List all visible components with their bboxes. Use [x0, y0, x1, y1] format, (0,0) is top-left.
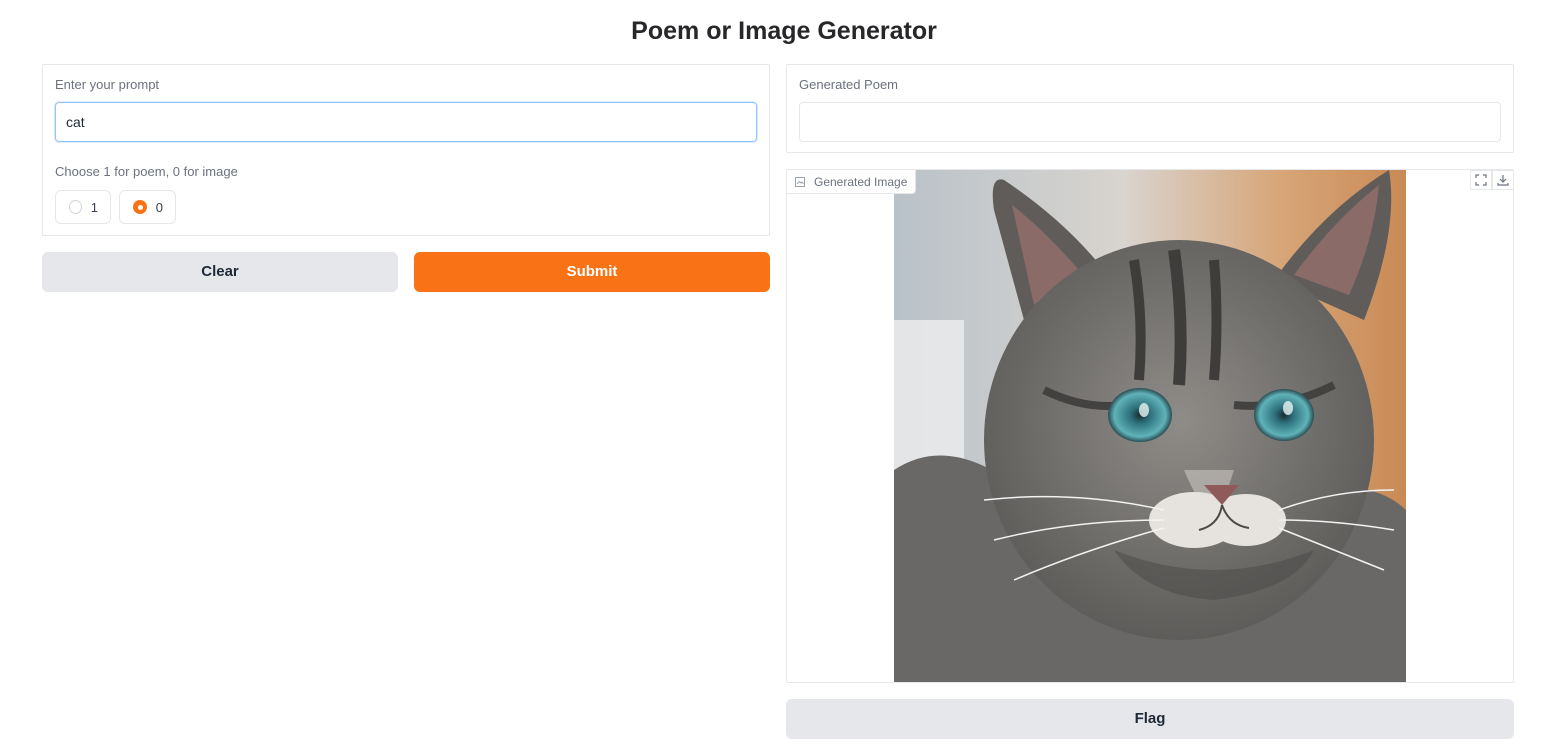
radio-unselected-icon	[69, 200, 82, 214]
radio-selected-icon	[133, 200, 147, 214]
clear-button[interactable]: Clear	[42, 252, 398, 292]
download-button[interactable]	[1492, 170, 1514, 190]
radio-option-1[interactable]: 1	[55, 190, 111, 224]
fullscreen-button[interactable]	[1470, 170, 1492, 190]
generated-image	[894, 170, 1406, 682]
image-icon	[795, 176, 805, 187]
image-label-chip: Generated Image	[787, 170, 917, 194]
download-icon	[1497, 175, 1509, 186]
radio-option-0[interactable]: 0	[119, 190, 176, 224]
flag-button[interactable]: Flag	[786, 699, 1514, 739]
fullscreen-icon	[1475, 174, 1487, 186]
prompt-input[interactable]: cat	[55, 102, 757, 142]
page-title: Poem or Image Generator	[631, 17, 937, 45]
radio-option-label: 1	[90, 199, 98, 215]
image-label: Generated Image	[814, 174, 908, 189]
submit-button[interactable]: Submit	[414, 252, 770, 292]
radio-option-label: 0	[155, 199, 163, 215]
mode-radio-label: Choose 1 for poem, 0 for image	[55, 164, 238, 179]
poem-output-field[interactable]	[799, 102, 1501, 142]
poem-label: Generated Poem	[799, 77, 899, 92]
prompt-label: Enter your prompt	[55, 77, 160, 92]
